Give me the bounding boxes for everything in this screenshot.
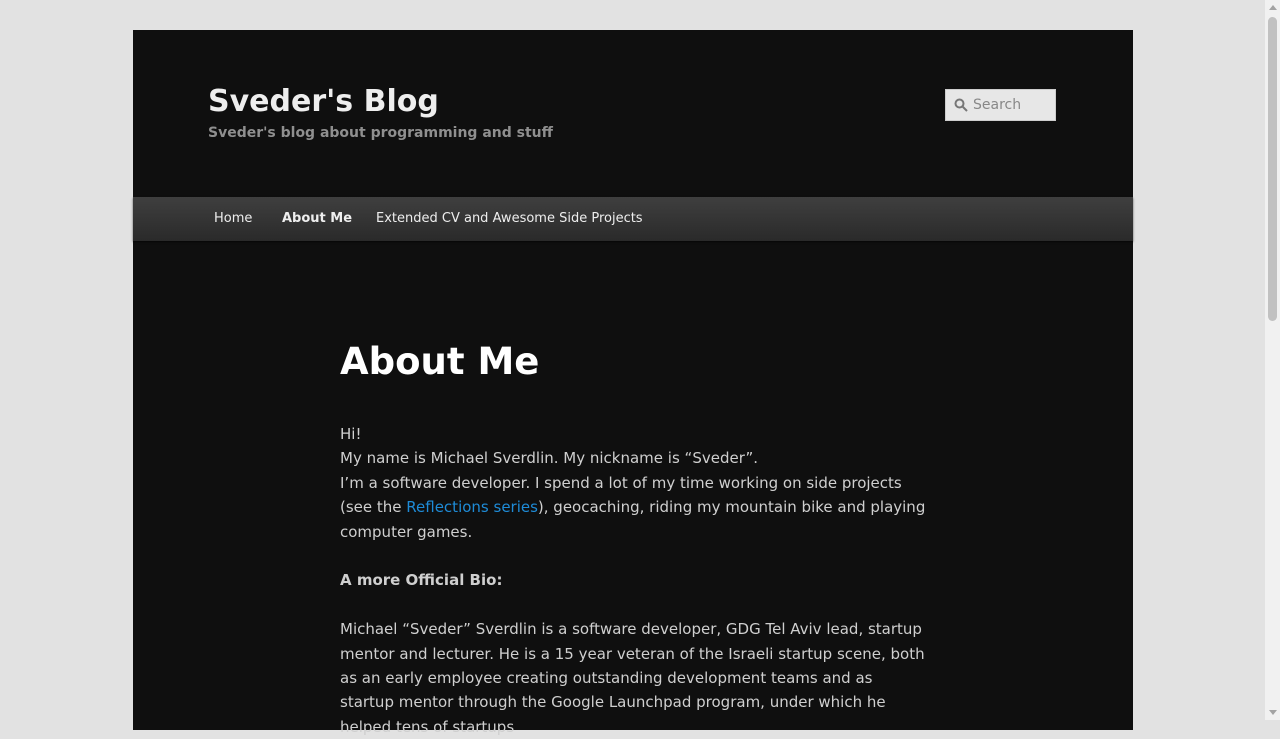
reflections-series-link[interactable]: Reflections series [406, 498, 538, 516]
page-scrollbar[interactable] [1265, 0, 1280, 720]
nav-item-extended-cv[interactable]: Extended CV and Awesome Side Projects [376, 197, 643, 241]
bio-paragraph: Michael “Sveder” Sverdlin is a software … [340, 620, 925, 736]
scrollbar-thumb[interactable] [1268, 17, 1277, 321]
main-navigation: Home About Me Extended CV and Awesome Si… [133, 197, 1133, 241]
page-title: About Me [340, 340, 540, 383]
intro-paragraph: I’m a software developer. I spend a lot … [340, 471, 930, 544]
site-header: Sveder's Blog Sveder's blog about progra… [133, 30, 1133, 197]
nav-item-about-me[interactable]: About Me [282, 197, 352, 241]
greeting-text: Hi! [340, 425, 362, 443]
search-form [945, 89, 1056, 121]
bio-heading: A more Official Bio: [340, 571, 503, 590]
scroll-up-arrow-icon[interactable] [1269, 5, 1277, 10]
site-title-link[interactable]: Sveder's Blog [208, 84, 439, 120]
page-container: Sveder's Blog Sveder's blog about progra… [133, 30, 1133, 736]
nav-item-home[interactable]: Home [214, 197, 252, 241]
scroll-down-arrow-icon[interactable] [1269, 710, 1277, 715]
search-input[interactable] [946, 90, 1055, 120]
article-body: Hi! My name is Michael Sverdlin. My nick… [340, 422, 930, 739]
intro-name-text: My name is Michael Sverdlin. My nickname… [340, 449, 759, 468]
site-description: Sveder's blog about programming and stuf… [208, 125, 553, 141]
